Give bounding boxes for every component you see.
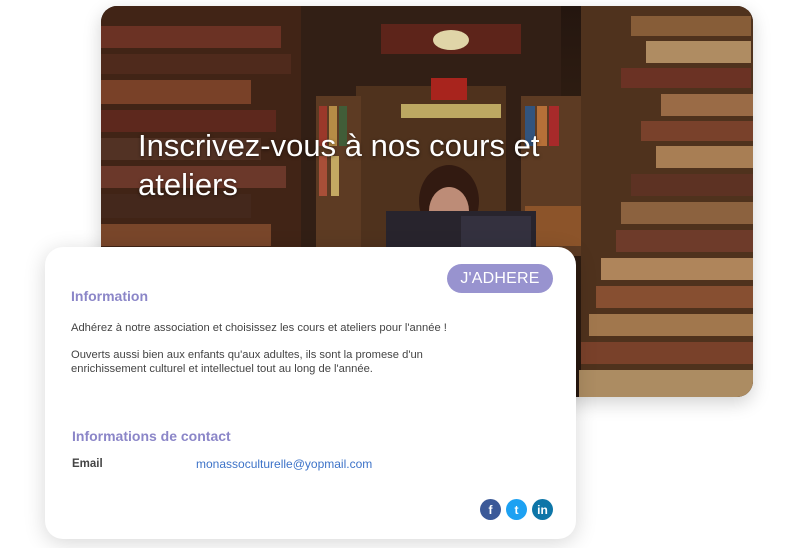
info-paragraph-1: Adhérez à notre association et choisisse… [71, 322, 447, 334]
information-heading: Information [71, 288, 148, 304]
contact-heading: Informations de contact [72, 428, 231, 444]
email-label: Email [72, 458, 103, 470]
email-link[interactable]: monassoculturelle@yopmail.com [196, 457, 372, 471]
linkedin-glyph: in [537, 502, 548, 517]
hero-title: Inscrivez-vous à nos cours et ateliers [138, 128, 540, 202]
join-button[interactable]: J'ADHERE [447, 264, 553, 293]
info-card: J'ADHERE Information Adhérez à notre ass… [45, 247, 576, 539]
facebook-icon[interactable]: f [480, 499, 501, 520]
facebook-glyph: f [488, 502, 493, 517]
twitter-glyph: t [514, 502, 519, 517]
linkedin-icon[interactable]: in [532, 499, 553, 520]
info-paragraph-2: Ouverts aussi bien aux enfants qu'aux ad… [71, 349, 423, 375]
twitter-icon[interactable]: t [506, 499, 527, 520]
